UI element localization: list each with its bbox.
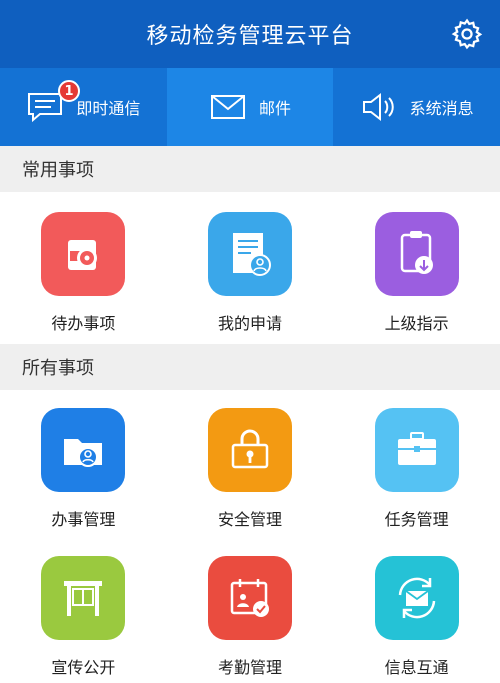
item-superior-instruction[interactable]: 上级指示 <box>333 212 500 334</box>
item-affairs-management[interactable]: 办事管理 <box>0 408 167 530</box>
item-label: 考勤管理 <box>217 658 282 677</box>
tab-system-message[interactable]: 系统消息 <box>333 68 500 146</box>
item-todo[interactable]: 待办事项 <box>0 212 167 334</box>
item-my-application[interactable]: 我的申请 <box>167 212 334 334</box>
tab-label: 邮件 <box>259 99 292 118</box>
item-information-exchange[interactable]: 信息互通 <box>333 556 500 678</box>
item-label: 办事管理 <box>51 510 116 529</box>
unread-badge: 1 <box>58 80 80 102</box>
tab-instant-message[interactable]: 1 即时通信 <box>0 68 167 146</box>
common-items-panel: 待办事项 我的申请 上级指示 <box>0 192 500 344</box>
item-label: 上级指示 <box>384 314 449 333</box>
lock-icon <box>207 408 292 492</box>
tab-mail[interactable]: 邮件 <box>166 68 334 146</box>
item-label: 宣传公开 <box>51 658 116 677</box>
section-title-all: 所有事项 <box>0 344 500 390</box>
item-label: 待办事项 <box>51 314 116 333</box>
item-task-management[interactable]: 任务管理 <box>333 408 500 530</box>
mail-sync-icon <box>374 556 459 640</box>
tab-label: 系统消息 <box>409 99 474 118</box>
document-user-icon <box>207 212 292 296</box>
gear-icon[interactable] <box>450 17 484 51</box>
item-label: 我的申请 <box>217 314 282 333</box>
calendar-check-icon <box>207 556 292 640</box>
item-label: 信息互通 <box>384 658 449 677</box>
item-security-management[interactable]: 安全管理 <box>167 408 334 530</box>
top-tabs: 1 即时通信 邮件 系统消息 <box>0 68 500 146</box>
mail-icon <box>211 95 245 119</box>
clipboard-download-icon <box>374 212 459 296</box>
speaker-icon <box>362 92 394 122</box>
section-title-common: 常用事项 <box>0 146 500 192</box>
all-items-panel: 办事管理 安全管理 任务管理 宣传公开 考勤管理 信息互通 <box>0 390 500 683</box>
app-header: 移动检务管理云平台 <box>0 0 500 68</box>
item-publicity[interactable]: 宣传公开 <box>0 556 167 678</box>
disc-folder-icon <box>41 212 126 296</box>
bulletin-board-icon <box>41 556 126 640</box>
briefcase-icon <box>374 408 459 492</box>
tab-label: 即时通信 <box>76 99 141 118</box>
folder-user-icon <box>41 408 126 492</box>
item-attendance-management[interactable]: 考勤管理 <box>167 556 334 678</box>
item-label: 任务管理 <box>384 510 449 529</box>
item-label: 安全管理 <box>217 510 282 529</box>
app-title: 移动检务管理云平台 <box>146 24 354 49</box>
